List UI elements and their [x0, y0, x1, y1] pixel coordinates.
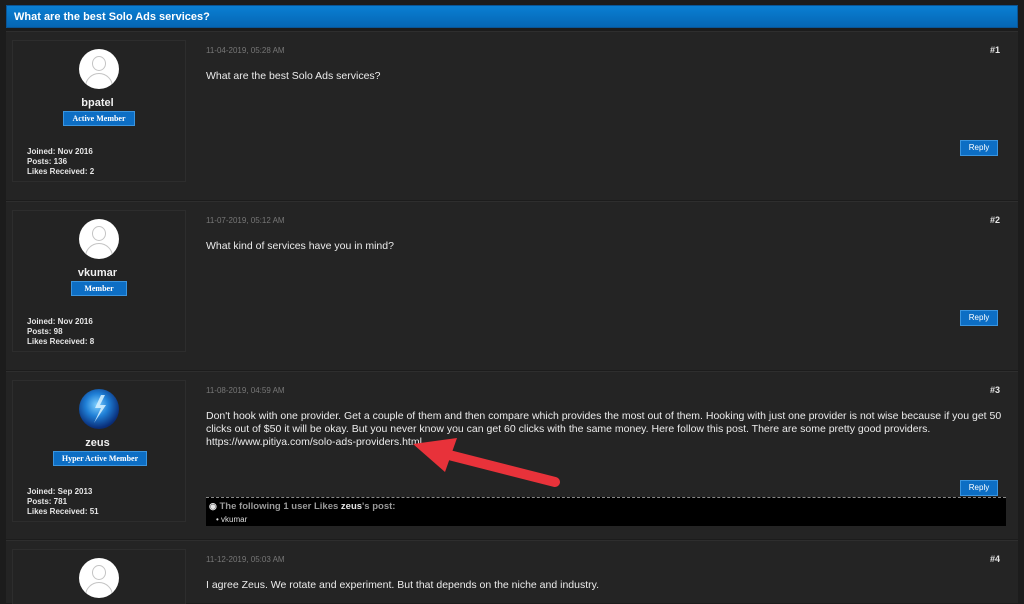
joined-date: Joined: Nov 2016: [27, 147, 93, 156]
rank-badge: Active Member: [63, 111, 135, 126]
username[interactable]: zeus: [13, 437, 185, 449]
username[interactable]: vkumar: [13, 267, 185, 279]
liker-list[interactable]: • vkumar: [216, 515, 247, 524]
lightning-avatar-image: [94, 395, 106, 423]
post-number-link[interactable]: #1: [990, 45, 1000, 55]
liked-user-name: zeus: [340, 501, 363, 512]
avatar[interactable]: [79, 558, 119, 598]
likes-received: Likes Received: 8: [27, 337, 95, 346]
likes-box: ◉ The following 1 user Likes zeus's post…: [206, 497, 1006, 526]
post-body: Don't hook with one provider. Get a coup…: [206, 410, 1006, 449]
post: 11-12-2019, 05:03 AM #4 I agree Zeus. We…: [6, 540, 1018, 604]
post-count: Posts: 781: [27, 497, 68, 506]
likes-received: Likes Received: 2: [27, 167, 95, 176]
user-stats: Joined: Sep 2013 Posts: 781 Likes Receiv…: [27, 487, 99, 517]
user-panel: zeus Hyper Active Member Joined: Sep 201…: [12, 380, 186, 522]
reply-button[interactable]: Reply: [960, 310, 998, 326]
post-number-link[interactable]: #4: [990, 554, 1000, 564]
post-date: 11-04-2019, 05:28 AM: [206, 46, 285, 55]
user-panel: vkumar Member Joined: Nov 2016 Posts: 98…: [12, 210, 186, 352]
avatar[interactable]: [79, 49, 119, 89]
post: bpatel Active Member Joined: Nov 2016 Po…: [6, 31, 1018, 200]
post-body: What are the best Solo Ads services?: [206, 70, 381, 82]
user-panel: bpatel Active Member Joined: Nov 2016 Po…: [12, 40, 186, 182]
username[interactable]: bpatel: [13, 97, 185, 109]
avatar[interactable]: [79, 389, 119, 429]
red-arrow-icon: [413, 438, 560, 487]
post: vkumar Member Joined: Nov 2016 Posts: 98…: [6, 201, 1018, 370]
post-body: What kind of services have you in mind?: [206, 240, 394, 252]
likes-received: Likes Received: 51: [27, 507, 99, 516]
thread-title: What are the best Solo Ads services?: [14, 11, 210, 23]
post-date: 11-08-2019, 04:59 AM: [206, 386, 285, 395]
reply-button[interactable]: Reply: [960, 140, 998, 156]
thumbs-up-icon: ◉: [209, 501, 217, 511]
joined-date: Joined: Nov 2016: [27, 317, 93, 326]
post-text: Don't hook with one provider. Get a coup…: [206, 410, 1002, 435]
post-date: 11-07-2019, 05:12 AM: [206, 216, 285, 225]
user-stats: Joined: Nov 2016 Posts: 98 Likes Receive…: [27, 317, 94, 347]
joined-date: Joined: Sep 2013: [27, 487, 93, 496]
likes-title: ◉ The following 1 user Likes zeus's post…: [209, 501, 396, 512]
user-stats: Joined: Nov 2016 Posts: 136 Likes Receiv…: [27, 147, 94, 177]
post-count: Posts: 98: [27, 327, 63, 336]
post-date: 11-12-2019, 05:03 AM: [206, 555, 285, 564]
reply-button[interactable]: Reply: [960, 480, 998, 496]
avatar[interactable]: [79, 219, 119, 259]
post-number-link[interactable]: #2: [990, 215, 1000, 225]
post-count: Posts: 136: [27, 157, 68, 166]
post-number-link[interactable]: #3: [990, 385, 1000, 395]
user-panel: [12, 549, 186, 604]
rank-badge: Hyper Active Member: [53, 451, 147, 466]
rank-badge: Member: [71, 281, 127, 296]
thread-header: What are the best Solo Ads services?: [6, 5, 1018, 28]
post-body: I agree Zeus. We rotate and experiment. …: [206, 579, 600, 591]
providers-link[interactable]: https://www.pitiya.com/solo-ads-provider…: [206, 436, 422, 448]
